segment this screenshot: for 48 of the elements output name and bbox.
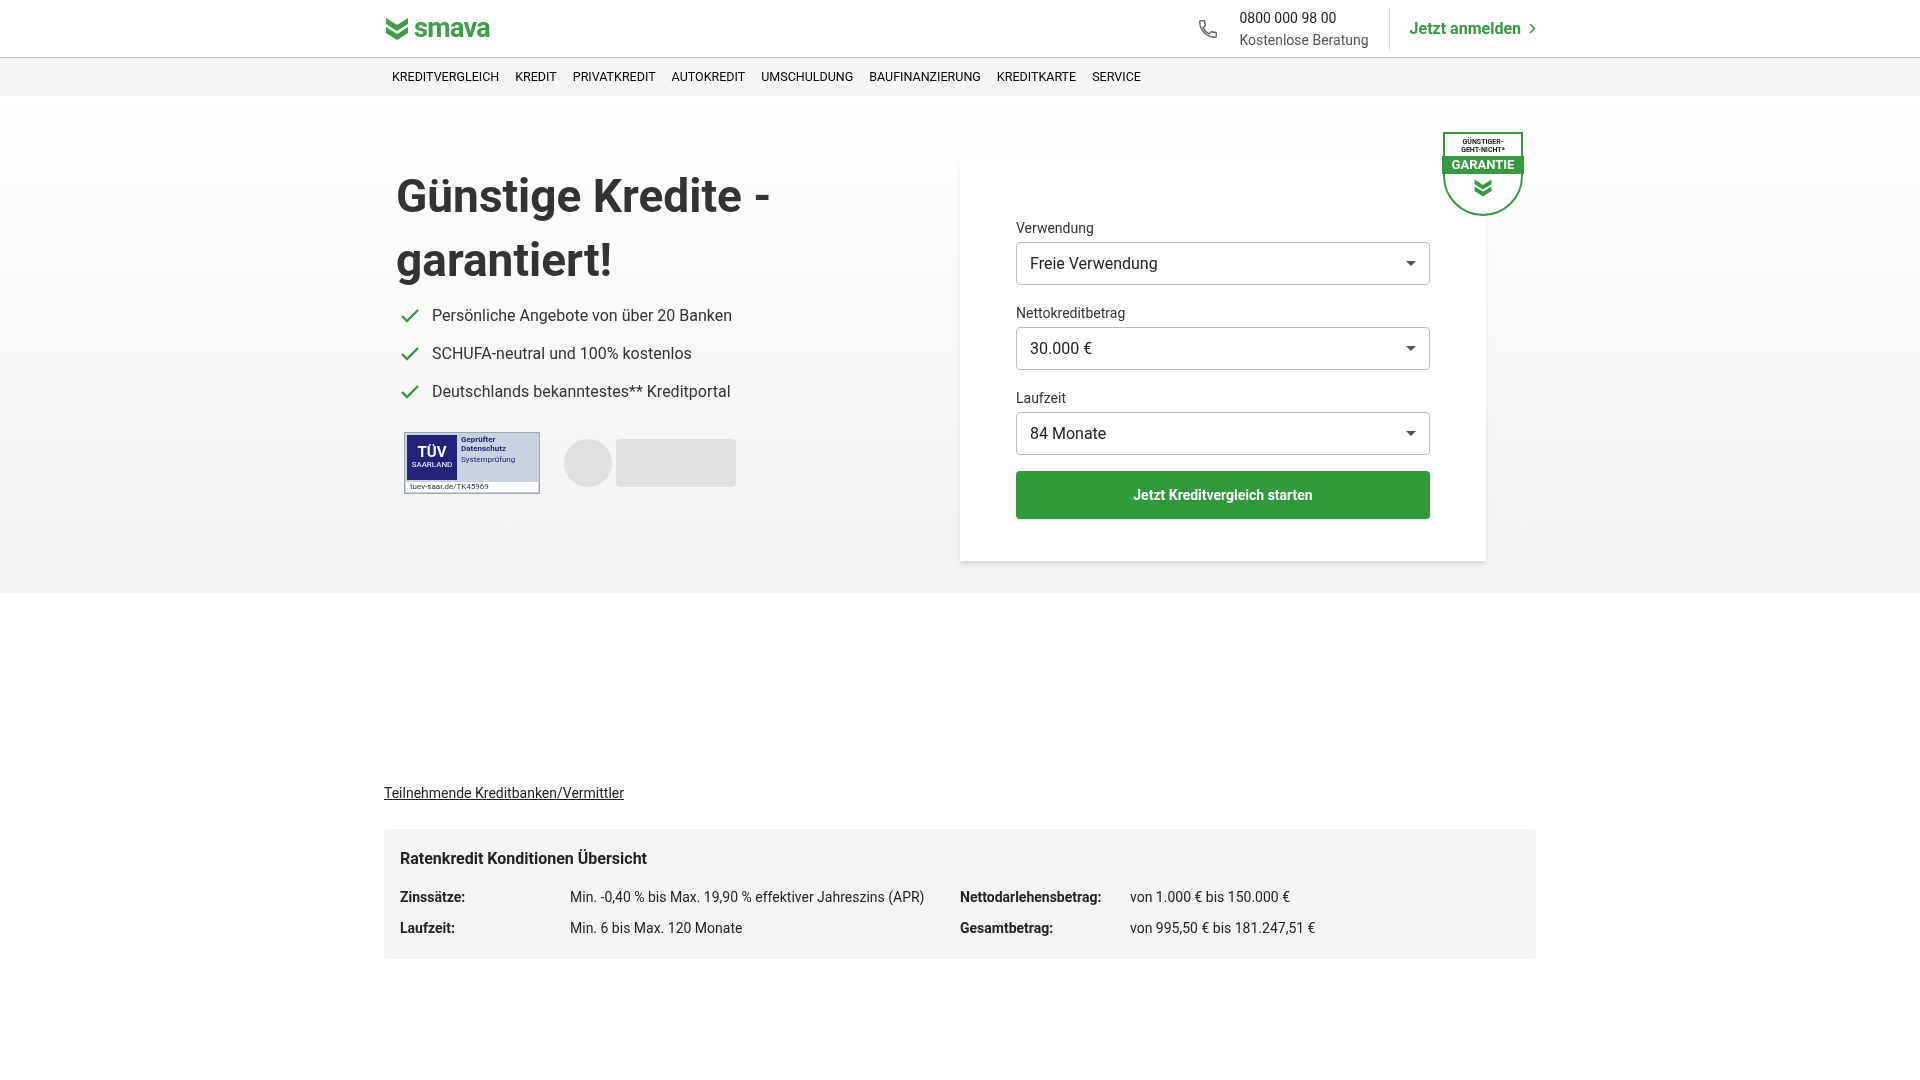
check-icon: [400, 308, 420, 324]
nav-link[interactable]: SERVICE: [1092, 67, 1141, 87]
benefit-text: SCHUFA-neutral und 100% kostenlos: [432, 343, 692, 365]
badge-label: GARANTIE: [1442, 156, 1524, 174]
condition-value: Min. 6 bis Max. 120 Monate: [570, 919, 744, 938]
condition-value: von 1.000 € bis 150.000 €: [1130, 888, 1292, 907]
condition-label: Nettodarlehensbetrag:: [960, 888, 1103, 907]
condition-value: Min. -0,40 % bis Max. 19,90 % effektiver Jahreszins (APR): [570, 888, 926, 908]
tuev-subtitle: Systemprüfung: [461, 455, 517, 465]
chevron-right-icon: [1529, 23, 1536, 34]
dropdown-caret-icon: [1406, 430, 1416, 437]
chevron-logo-icon: [1473, 178, 1493, 198]
tuev-mark: TÜV: [417, 445, 447, 460]
tuev-title: Geprüfter Datenschutz: [461, 435, 507, 453]
dropdown-caret-icon: [1406, 345, 1416, 352]
benefit-text: Deutschlands bekanntestes** Kreditportal: [432, 381, 731, 403]
dropdown-caret-icon: [1406, 260, 1416, 267]
nav-link[interactable]: BAUFINANZIERUNG: [869, 67, 981, 87]
check-icon: [400, 346, 420, 362]
banks-link[interactable]: Teilnehmende Kreditbanken/Vermittler: [384, 785, 624, 801]
submit-button[interactable]: Jetzt Kreditvergleich starten: [1016, 471, 1430, 519]
conditions-title: Ratenkredit Konditionen Übersicht: [400, 848, 648, 870]
condition-label: Gesamtbetrag:: [960, 919, 1055, 938]
tuev-region: SAARLAND: [411, 460, 453, 470]
login-link[interactable]: Jetzt anmelden: [1389, 16, 1536, 41]
hero-title: Günstige Kredite - garantiert!: [396, 168, 773, 289]
nav-link[interactable]: KREDIT: [515, 67, 557, 87]
benefit-text: Persönliche Angebote von über 20 Banken: [432, 305, 733, 327]
field-label: Nettokreditbetrag: [1016, 304, 1127, 323]
tuev-url: tuev-saar.de/TK45969: [406, 482, 538, 492]
nav-link[interactable]: AUTOKREDIT: [671, 67, 746, 87]
condition-value: von 995,50 € bis 181.247,51 €: [1130, 919, 1317, 938]
nav-link[interactable]: UMSCHULDUNG: [761, 67, 854, 87]
nav-link[interactable]: KREDITKARTE: [996, 67, 1077, 87]
select-field[interactable]: 84 Monate: [1016, 412, 1430, 455]
select-field[interactable]: Freie Verwendung: [1016, 242, 1430, 285]
phone-number: 0800 000 98 00: [1239, 8, 1338, 28]
phone-note: Kostenlose Beratung: [1239, 30, 1369, 50]
check-icon: [400, 384, 420, 400]
field-label: Verwendung: [1016, 219, 1095, 238]
chevron-logo-icon: [384, 15, 410, 42]
nav-link[interactable]: PRIVATKREDIT: [572, 67, 656, 87]
condition-label: Laufzeit:: [400, 919, 456, 938]
nav-link[interactable]: KREDITVERGLEICH: [392, 67, 500, 87]
field-label: Laufzeit: [1016, 389, 1067, 408]
select-field[interactable]: 30.000 €: [1016, 327, 1430, 370]
condition-label: Zinssätze:: [400, 888, 467, 907]
phone-icon: [1197, 17, 1220, 40]
